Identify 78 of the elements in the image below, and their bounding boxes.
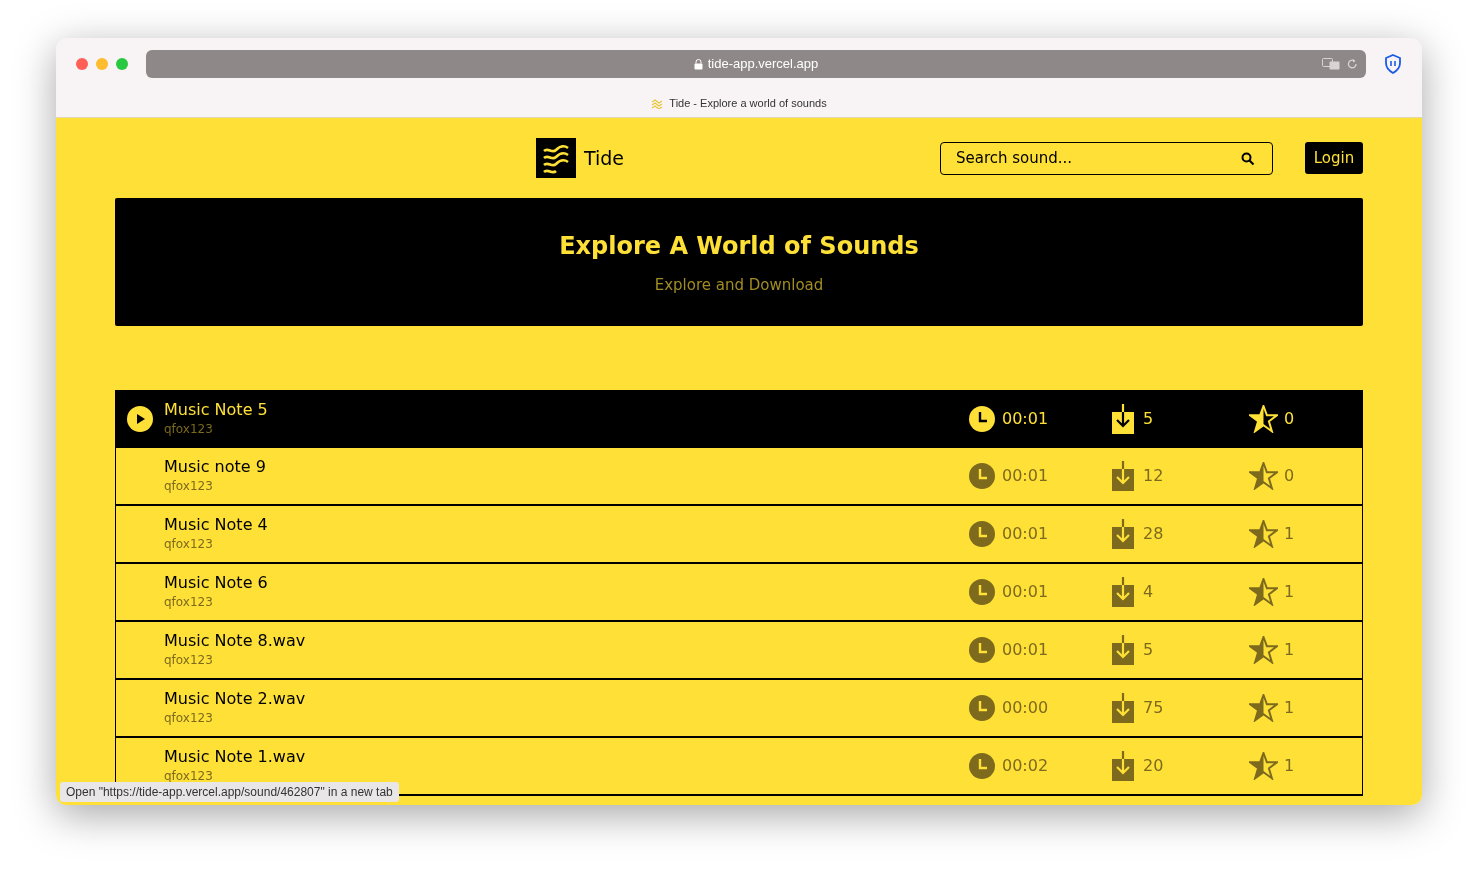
- sound-author: qfox123: [164, 594, 213, 611]
- reload-icon[interactable]: [1347, 58, 1358, 70]
- sound-row[interactable]: Music Note 8.wav qfox123 00:01 5 1: [115, 622, 1363, 680]
- lock-icon: [693, 58, 703, 70]
- clock-icon: [969, 521, 995, 547]
- download-count: 4: [1143, 581, 1154, 603]
- waves-icon: [651, 98, 664, 109]
- download-icon: [1112, 461, 1134, 491]
- download-icon: [1112, 635, 1134, 665]
- sound-title[interactable]: Music Note 5: [164, 400, 268, 420]
- download-count: 5: [1143, 639, 1154, 661]
- duration-text: 00:00: [1002, 697, 1049, 719]
- download-icon: [1112, 404, 1134, 434]
- sound-author: qfox123: [164, 421, 213, 438]
- download-icon: [1112, 519, 1134, 549]
- sound-author: qfox123: [164, 652, 213, 669]
- sound-title[interactable]: Music Note 4: [164, 515, 268, 535]
- sound-author: qfox123: [164, 536, 213, 553]
- sound-author: qfox123: [164, 710, 213, 727]
- clock-icon: [969, 406, 995, 432]
- download-icon: [1112, 577, 1134, 607]
- favorite-count: 1: [1284, 697, 1295, 719]
- clock-icon: [969, 695, 995, 721]
- duration-text: 00:02: [1002, 755, 1049, 777]
- sound-row[interactable]: Music Note 4 qfox123 00:01 28 1: [115, 506, 1363, 564]
- star-icon[interactable]: [1249, 520, 1278, 548]
- logo-icon[interactable]: [536, 138, 576, 178]
- translate-icon[interactable]: [1322, 58, 1340, 70]
- star-icon[interactable]: [1249, 752, 1278, 780]
- sound-row[interactable]: Music Note 5 qfox123 00:01 5 0: [115, 390, 1363, 448]
- sound-title[interactable]: Music note 9: [164, 457, 266, 477]
- download-count: 5: [1143, 408, 1154, 430]
- sound-row[interactable]: Music Note 2.wav qfox123 00:00 75 1: [115, 680, 1363, 738]
- search-icon[interactable]: [1241, 151, 1255, 166]
- sound-title[interactable]: Music Note 1.wav: [164, 747, 306, 767]
- sound-title[interactable]: Music Note 2.wav: [164, 689, 306, 709]
- close-window-icon[interactable]: [76, 58, 88, 70]
- status-bar-tooltip: Open "https://tide-app.vercel.app/sound/462807" in a new tab: [60, 782, 399, 802]
- star-icon[interactable]: [1249, 694, 1278, 722]
- play-icon[interactable]: [127, 406, 153, 432]
- brand-name[interactable]: Tide: [584, 143, 625, 173]
- duration-text: 00:01: [1002, 465, 1049, 487]
- login-button[interactable]: Login: [1305, 142, 1363, 174]
- star-icon[interactable]: [1249, 578, 1278, 606]
- clock-icon: [969, 463, 995, 489]
- duration-text: 00:01: [1002, 639, 1049, 661]
- duration-text: 00:01: [1002, 408, 1049, 430]
- favorite-count: 1: [1284, 755, 1295, 777]
- download-count: 20: [1143, 755, 1164, 777]
- download-count: 12: [1143, 465, 1164, 487]
- clock-icon: [969, 637, 995, 663]
- sound-row[interactable]: Music note 9 qfox123 00:01 12 0: [115, 448, 1363, 506]
- favorite-count: 0: [1284, 465, 1295, 487]
- favorite-count: 1: [1284, 523, 1295, 545]
- sound-title[interactable]: Music Note 8.wav: [164, 631, 306, 651]
- sound-author: qfox123: [164, 478, 213, 495]
- star-icon[interactable]: [1249, 462, 1278, 490]
- url-text: tide-app.vercel.app: [707, 55, 819, 74]
- download-icon: [1112, 693, 1134, 723]
- sound-title[interactable]: Music Note 6: [164, 573, 268, 593]
- sound-author: qfox123: [164, 768, 213, 785]
- banner-title: Explore A World of Sounds: [559, 230, 919, 262]
- clock-icon: [969, 579, 995, 605]
- download-icon: [1112, 751, 1134, 781]
- duration-text: 00:01: [1002, 581, 1049, 603]
- favorite-count: 1: [1284, 639, 1295, 661]
- favorite-count: 0: [1284, 408, 1295, 430]
- sound-row[interactable]: Music Note 6 qfox123 00:01 4 1: [115, 564, 1363, 622]
- banner-subtitle: Explore and Download: [654, 274, 824, 296]
- clock-icon: [969, 753, 995, 779]
- duration-text: 00:01: [1002, 523, 1049, 545]
- download-count: 75: [1143, 697, 1164, 719]
- search-field[interactable]: Search sound...: [940, 141, 1273, 175]
- favorite-count: 1: [1284, 581, 1295, 603]
- star-icon[interactable]: [1249, 636, 1278, 664]
- shield-icon[interactable]: [1384, 54, 1402, 74]
- tab-title[interactable]: Tide - Explore a world of sounds: [669, 95, 827, 112]
- download-count: 28: [1143, 523, 1164, 545]
